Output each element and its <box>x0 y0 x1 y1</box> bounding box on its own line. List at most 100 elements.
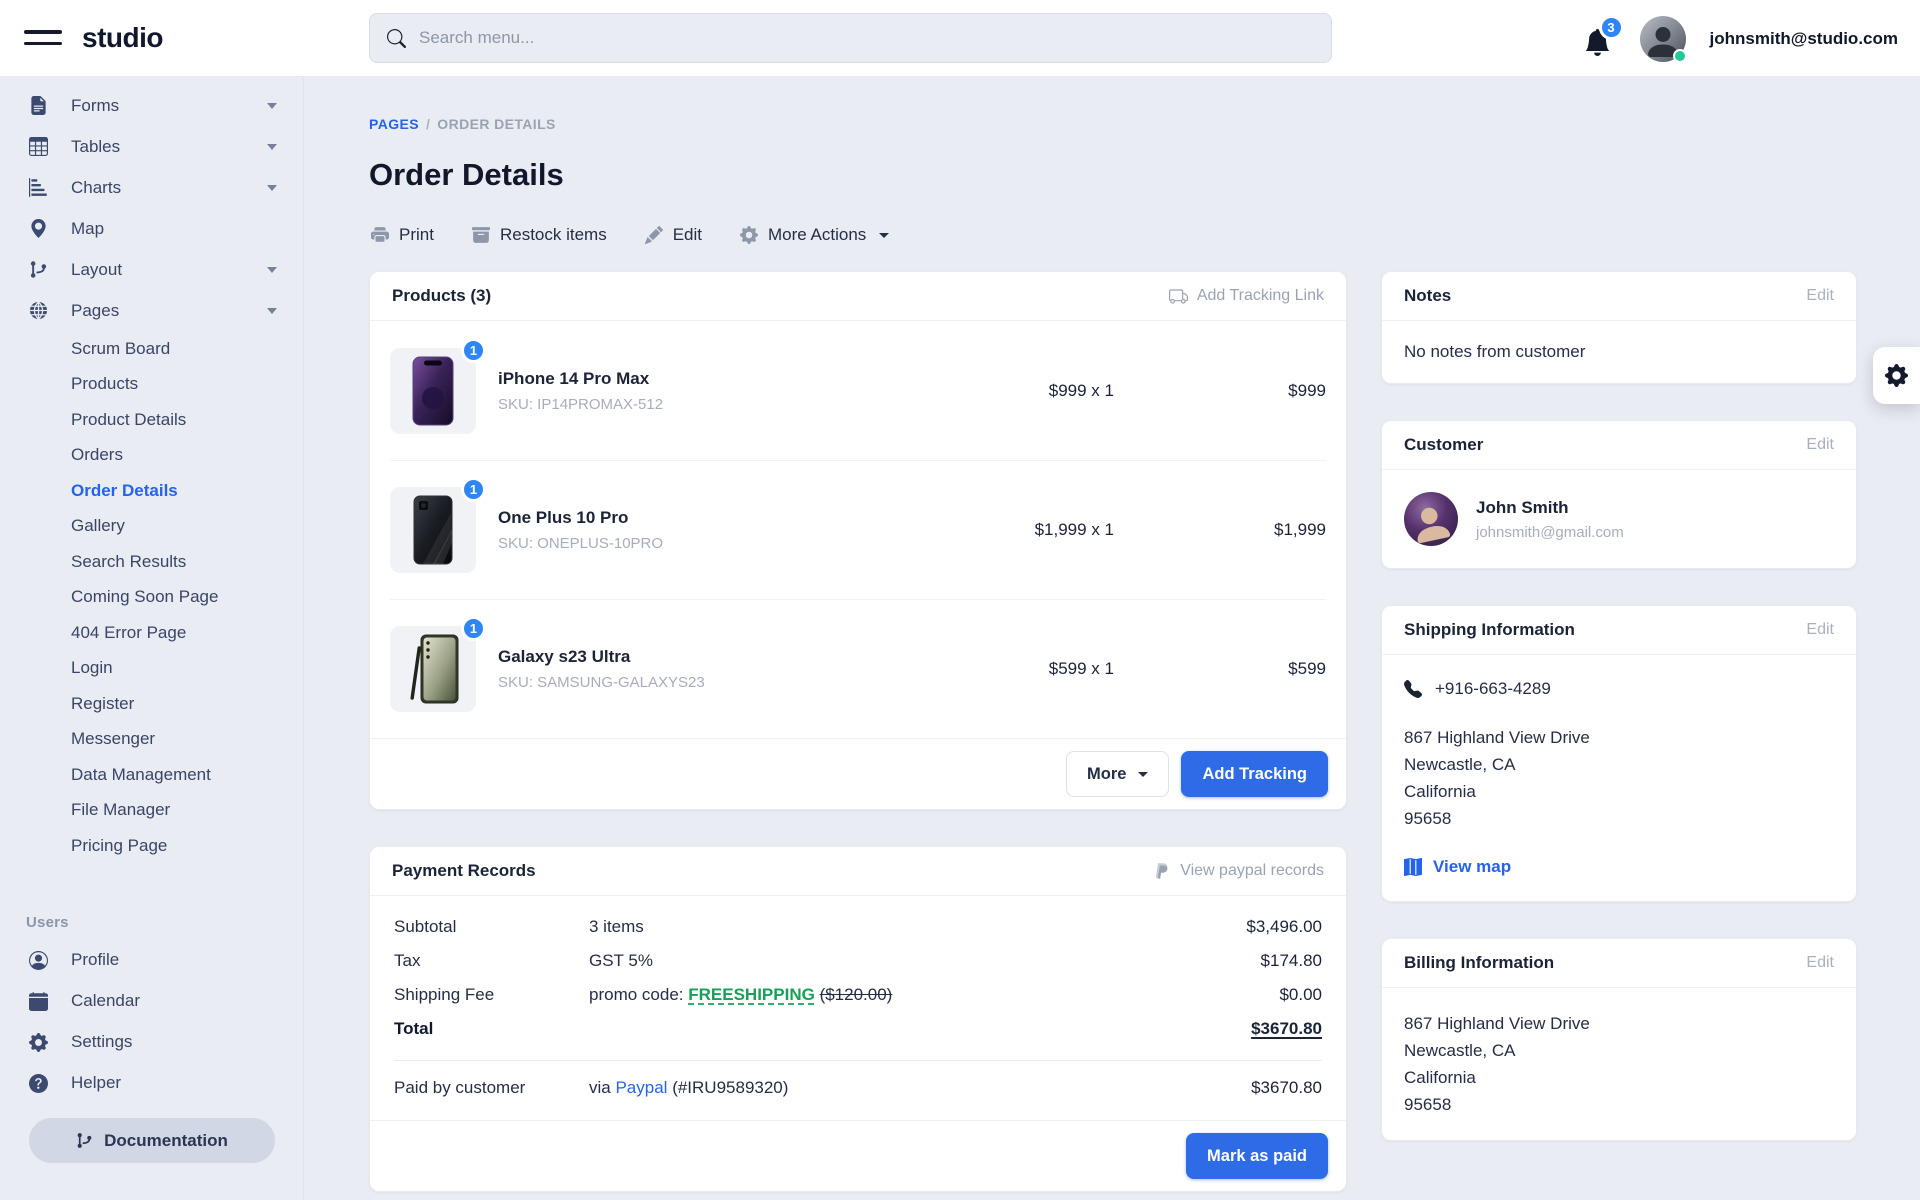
sidebar-item-search-results[interactable]: Search Results <box>0 544 303 580</box>
customer-avatar <box>1404 492 1458 546</box>
profile-icon <box>29 950 50 971</box>
product-row: 1 Galaxy s23 Ultra SKU: SAMSUNG-GALAXYS2… <box>390 599 1326 738</box>
sidebar-item-charts[interactable]: Charts <box>0 167 303 208</box>
search-input[interactable] <box>419 28 1314 48</box>
sidebar-item-scrum-board[interactable]: Scrum Board <box>0 331 303 367</box>
products-card: Products (3) Add Tracking Link 1 <box>369 271 1347 810</box>
add-tracking-button[interactable]: Add Tracking <box>1181 751 1328 797</box>
paypal-link[interactable]: Paypal <box>615 1078 667 1097</box>
sidebar-item-404[interactable]: 404 Error Page <box>0 615 303 651</box>
printer-icon <box>371 226 389 244</box>
restock-items-button[interactable]: Restock items <box>472 225 607 245</box>
notification-count-badge: 3 <box>1599 15 1624 40</box>
shipping-card-title: Shipping Information <box>1404 620 1575 640</box>
edit-button[interactable]: Edit <box>645 225 702 245</box>
user-email: johnsmith@studio.com <box>1710 29 1898 49</box>
product-sku: SKU: ONEPLUS-10PRO <box>498 535 964 552</box>
sidebar-item-tables[interactable]: Tables <box>0 126 303 167</box>
sidebar-item-profile[interactable]: Profile <box>0 940 303 981</box>
chevron-down-icon <box>267 103 277 109</box>
product-image: 1 <box>390 626 476 712</box>
sidebar-item-file-manager[interactable]: File Manager <box>0 793 303 829</box>
promo-code-link[interactable]: FREESHIPPING <box>688 985 815 1004</box>
customer-edit-link[interactable]: Edit <box>1806 436 1834 454</box>
sidebar-item-data-management[interactable]: Data Management <box>0 757 303 793</box>
total-row: Total $3670.80 <box>394 1019 1322 1039</box>
archive-icon <box>472 226 490 244</box>
sidebar-item-login[interactable]: Login <box>0 651 303 687</box>
notes-card: Notes Edit No notes from customer <box>1381 271 1857 384</box>
page-title: Order Details <box>369 157 564 193</box>
calendar-icon <box>29 991 50 1012</box>
shipping-address: 867 Highland View Drive Newcastle, CA Ca… <box>1404 724 1834 832</box>
product-line-total: $1,999 <box>1114 520 1326 540</box>
shipping-edit-link[interactable]: Edit <box>1806 621 1834 639</box>
products-card-title: Products (3) <box>392 286 491 306</box>
more-actions-button[interactable]: More Actions <box>740 225 889 245</box>
chevron-down-icon <box>267 267 277 273</box>
file-icon <box>29 95 50 116</box>
tax-row: Tax GST 5% $174.80 <box>394 951 1322 971</box>
map-pin-icon <box>29 218 50 239</box>
view-paypal-records-link[interactable]: View paypal records <box>1152 862 1324 881</box>
sidebar-item-map[interactable]: Map <box>0 208 303 249</box>
original-fee: ($120.00) <box>820 985 893 1004</box>
person-icon <box>1405 498 1457 546</box>
sidebar-item-orders[interactable]: Orders <box>0 438 303 474</box>
product-unit-price: $599 x 1 <box>964 659 1114 679</box>
view-map-link[interactable]: View map <box>1404 857 1834 877</box>
payment-card-title: Payment Records <box>392 861 536 881</box>
sidebar-item-product-details[interactable]: Product Details <box>0 402 303 438</box>
more-button[interactable]: More <box>1066 751 1169 797</box>
shipping-info-card: Shipping Information Edit +916-663-4289 … <box>1381 605 1857 902</box>
user-avatar[interactable] <box>1640 16 1686 62</box>
order-total: $3670.80 <box>1251 1019 1322 1039</box>
sidebar-item-products[interactable]: Products <box>0 367 303 403</box>
add-tracking-link[interactable]: Add Tracking Link <box>1169 287 1324 306</box>
sidebar-item-pricing-page[interactable]: Pricing Page <box>0 828 303 864</box>
customer-card-title: Customer <box>1404 435 1483 455</box>
pencil-icon <box>645 226 663 244</box>
product-name: One Plus 10 Pro <box>498 508 964 528</box>
sidebar-item-register[interactable]: Register <box>0 686 303 722</box>
product-name: Galaxy s23 Ultra <box>498 647 964 667</box>
branch-icon <box>29 259 50 280</box>
sidebar-item-forms[interactable]: Forms <box>0 85 303 126</box>
billing-info-card: Billing Information Edit 867 Highland Vi… <box>1381 938 1857 1141</box>
quantity-badge: 1 <box>461 477 486 502</box>
product-name: iPhone 14 Pro Max <box>498 369 964 389</box>
sidebar-item-order-details[interactable]: Order Details <box>0 473 303 509</box>
breadcrumb-pages-link[interactable]: PAGES <box>369 116 419 132</box>
app-logo: studio <box>82 22 163 54</box>
sidebar-item-gallery[interactable]: Gallery <box>0 509 303 545</box>
sidebar: Forms Tables Charts Map Layout Pages Scr <box>0 78 304 1200</box>
chevron-down-icon <box>267 144 277 150</box>
product-sku: SKU: IP14PROMAX-512 <box>498 396 964 413</box>
chevron-down-icon <box>267 308 277 314</box>
chevron-down-icon <box>267 185 277 191</box>
documentation-button[interactable]: Documentation <box>29 1118 275 1163</box>
billing-card-title: Billing Information <box>1404 953 1554 973</box>
menu-toggle-icon[interactable] <box>24 30 62 47</box>
customer-name: John Smith <box>1476 498 1624 518</box>
sidebar-item-calendar[interactable]: Calendar <box>0 981 303 1022</box>
quantity-badge: 1 <box>461 616 486 641</box>
sidebar-item-coming-soon[interactable]: Coming Soon Page <box>0 580 303 616</box>
notes-edit-link[interactable]: Edit <box>1806 287 1834 305</box>
sidebar-item-messenger[interactable]: Messenger <box>0 722 303 758</box>
product-row: 1 One Plus 10 Pro SKU: ONEPLUS-10PRO $1,… <box>390 460 1326 599</box>
sidebar-item-pages[interactable]: Pages <box>0 290 303 331</box>
customer-email: johnsmith@gmail.com <box>1476 524 1624 541</box>
subtotal-row: Subtotal 3 items $3,496.00 <box>394 917 1322 937</box>
print-button[interactable]: Print <box>371 225 434 245</box>
theme-settings-button[interactable] <box>1873 347 1920 404</box>
notes-card-title: Notes <box>1404 286 1451 306</box>
search-box[interactable] <box>369 13 1332 63</box>
gear-icon <box>29 1032 50 1053</box>
mark-as-paid-button[interactable]: Mark as paid <box>1186 1133 1328 1179</box>
sidebar-item-layout[interactable]: Layout <box>0 249 303 290</box>
billing-edit-link[interactable]: Edit <box>1806 954 1834 972</box>
sidebar-item-settings[interactable]: Settings <box>0 1022 303 1063</box>
sidebar-item-helper[interactable]: Helper <box>0 1063 303 1104</box>
notifications-button[interactable]: 3 <box>1584 22 1616 56</box>
